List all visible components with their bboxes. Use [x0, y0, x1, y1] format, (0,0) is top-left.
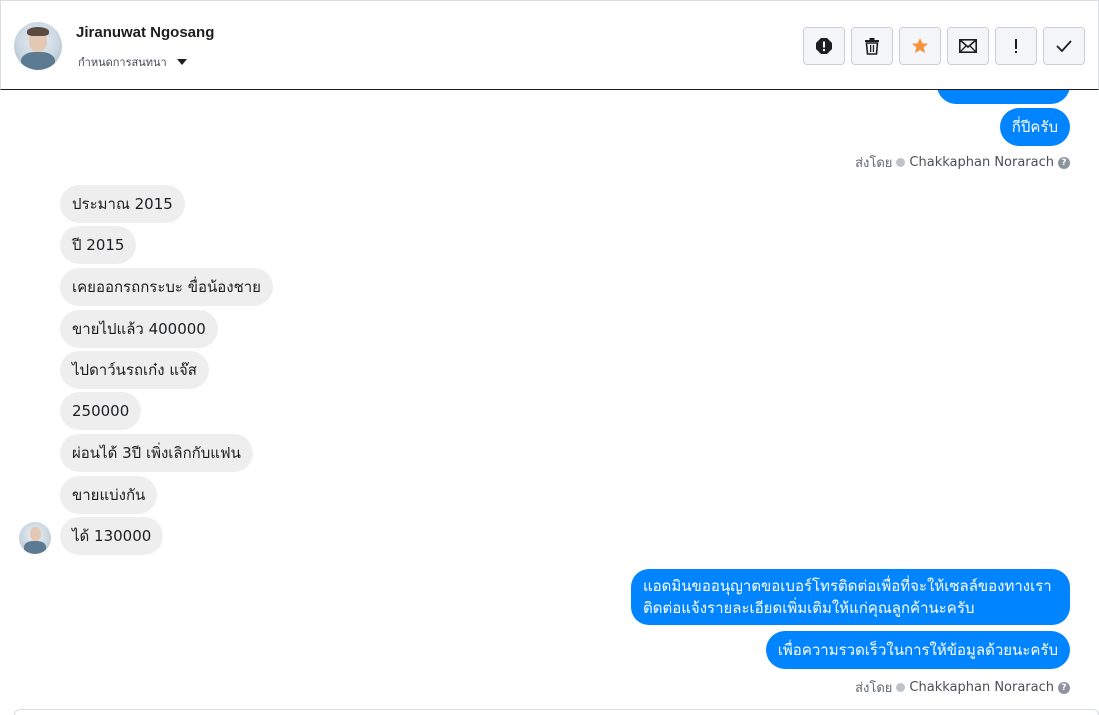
sent-by-info: ส่งโดย Chakkaphan Norarach ?	[855, 152, 1070, 173]
incoming-message: ปี 2015	[60, 226, 137, 264]
message-thread[interactable]: ค่าเหมือนกี่ปีครับ กี่ปีครับ ส่งโดย Chak…	[0, 90, 1099, 715]
incoming-message: เคยออกรถกระบะ ขื่อน้องชาย	[60, 268, 273, 306]
mark-unread-button[interactable]	[947, 27, 989, 65]
star-icon	[912, 38, 928, 53]
incoming-message: ขายแบ่งกัน	[60, 476, 158, 514]
incoming-message: 250000	[60, 392, 142, 430]
agent-name[interactable]: Chakkaphan Norarach	[909, 155, 1054, 170]
help-icon[interactable]: ?	[1058, 156, 1070, 169]
checkmark-icon	[1056, 40, 1072, 53]
incoming-message: ได้ 130000	[60, 517, 164, 555]
incoming-message: ผ่อนได้ 3ปี เพิ่งเลิกกับแฟน	[60, 434, 253, 472]
mail-icon	[959, 39, 977, 53]
sent-by-label: ส่งโดย	[855, 156, 893, 171]
exclamation-icon	[1015, 39, 1017, 53]
follow-up-button[interactable]	[995, 27, 1037, 65]
contact-avatar[interactable]	[14, 22, 62, 70]
incoming-message: ประมาณ 2015	[60, 185, 185, 223]
agent-status-icon	[896, 158, 906, 167]
agent-status-icon	[896, 683, 906, 692]
sent-by-label: ส่งโดย	[855, 681, 893, 696]
contact-name[interactable]: Jiranuwat Ngosang	[76, 24, 214, 41]
delete-button[interactable]	[851, 27, 893, 65]
message-composer[interactable]	[14, 709, 1099, 715]
outgoing-message: แอดมินขออนุญาตขอเบอร์โทรติดต่อเพื่อที่จะ…	[631, 569, 1070, 625]
caret-down-icon	[176, 59, 187, 65]
star-button[interactable]	[899, 27, 941, 65]
header-actions	[803, 27, 1085, 65]
help-icon[interactable]: ?	[1058, 681, 1070, 694]
assign-conversation-dropdown[interactable]: กำหนดการสนทนา	[78, 53, 187, 71]
outgoing-message-partial: ค่าเหมือนกี่ปีครับ	[937, 90, 1070, 104]
trash-icon	[865, 38, 879, 55]
incoming-message: ขายไปแล้ว 400000	[60, 310, 218, 348]
mark-done-button[interactable]	[1043, 27, 1085, 65]
outgoing-message: กี่ปีครับ	[999, 108, 1070, 146]
incoming-message: ไปดาว์นรถเก๋ง แจ๊ส	[60, 351, 209, 389]
agent-name[interactable]: Chakkaphan Norarach	[909, 680, 1054, 695]
conversation-header: Jiranuwat Ngosang กำหนดการสนทนา	[0, 0, 1099, 90]
assign-label: กำหนดการสนทนา	[78, 56, 167, 69]
spam-report-icon	[816, 38, 832, 54]
sent-by-info: ส่งโดย Chakkaphan Norarach ?	[855, 677, 1070, 698]
mark-spam-button[interactable]	[803, 27, 845, 65]
outgoing-message: เพื่อความรวดเร็วในการให้ข้อมูลด้วยนะครับ	[765, 631, 1070, 669]
sender-avatar[interactable]	[19, 522, 51, 554]
